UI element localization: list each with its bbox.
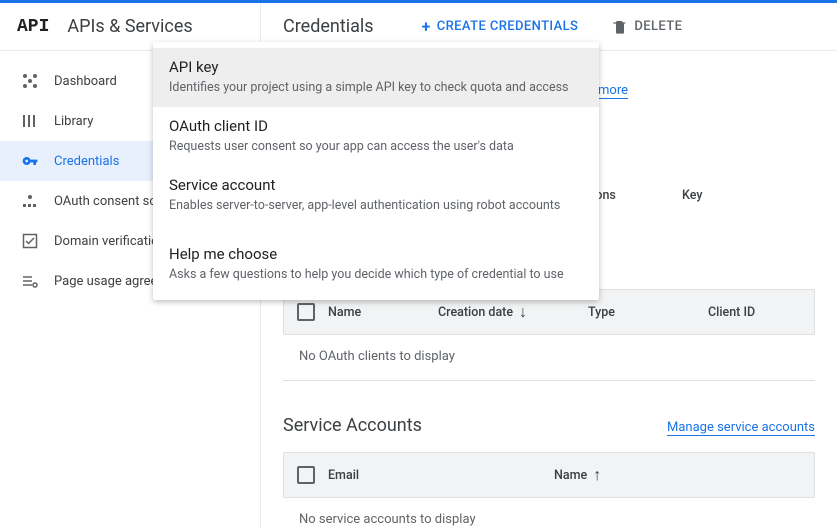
column-key: Key — [682, 188, 742, 203]
sort-desc-icon: ↓ — [519, 304, 527, 320]
check-box-icon — [22, 233, 54, 249]
menu-item-service-account[interactable]: Service account Enables server-to-server… — [153, 166, 599, 225]
sort-asc-icon: ↑ — [593, 467, 601, 483]
oauth-empty-message: No OAuth clients to display — [283, 335, 815, 381]
service-accounts-table: Email Name ↑ No service accounts to disp… — [283, 452, 815, 528]
select-all-checkbox[interactable] — [297, 303, 315, 321]
manage-service-accounts-link[interactable]: Manage service accounts — [667, 420, 815, 435]
dashboard-icon — [22, 73, 54, 89]
create-credentials-button[interactable]: + CREATE CREDENTIALS — [414, 11, 587, 42]
table-header: Email Name ↑ — [283, 452, 815, 498]
menu-item-title: Service account — [169, 176, 583, 194]
sidebar-item-label: Domain verification — [54, 234, 166, 249]
menu-item-desc: Requests user consent so your app can ac… — [169, 139, 583, 154]
sidebar-item-label: Library — [54, 114, 93, 129]
page-title: Credentials — [283, 16, 374, 37]
plus-icon: + — [422, 17, 431, 36]
column-client-id[interactable]: Client ID — [708, 305, 814, 320]
menu-item-title: OAuth client ID — [169, 117, 583, 135]
column-name[interactable]: Name ↑ — [554, 467, 814, 483]
service-accounts-title: Service Accounts — [283, 415, 422, 436]
key-icon — [22, 153, 54, 169]
column-creation-date-label: Creation date — [438, 305, 513, 320]
column-creation-date[interactable]: Creation date ↓ — [438, 304, 588, 320]
service-accounts-header: Service Accounts Manage service accounts — [283, 415, 815, 436]
page-usage-icon — [22, 273, 54, 289]
header-actions: + CREATE CREDENTIALS DELETE — [414, 11, 691, 42]
api-logo: API — [17, 17, 49, 37]
menu-item-help-me-choose[interactable]: Help me choose Asks a few questions to h… — [153, 235, 599, 294]
menu-item-title: Help me choose — [169, 245, 583, 263]
product-title: APIs & Services — [67, 16, 192, 37]
main-panel: Credentials + CREATE CREDENTIALS DELETE … — [261, 3, 837, 528]
select-all-cell — [284, 466, 328, 484]
select-all-checkbox[interactable] — [297, 466, 315, 484]
column-email[interactable]: Email — [328, 468, 554, 483]
create-credentials-menu: API key Identifies your project using a … — [153, 42, 599, 300]
menu-item-desc: Identifies your project using a simple A… — [169, 80, 583, 95]
oauth-clients-table: Name Creation date ↓ Type Client ID No O… — [283, 289, 815, 381]
learn-more-link[interactable]: more — [598, 83, 628, 98]
menu-item-oauth-client-id[interactable]: OAuth client ID Requests user consent so… — [153, 107, 599, 166]
create-credentials-label: CREATE CREDENTIALS — [437, 19, 579, 34]
service-accounts-empty-message: No service accounts to display — [283, 498, 815, 528]
menu-item-desc: Enables server-to-server, app-level auth… — [169, 198, 583, 213]
column-name-label: Name — [554, 468, 587, 483]
column-type[interactable]: Type — [588, 305, 708, 320]
menu-item-title: API key — [169, 58, 583, 76]
column-actions-fragment: tions — [588, 188, 668, 203]
library-icon — [22, 113, 54, 129]
delete-label: DELETE — [634, 19, 682, 34]
menu-item-api-key[interactable]: API key Identifies your project using a … — [153, 48, 599, 107]
delete-button[interactable]: DELETE — [604, 13, 690, 41]
trash-icon — [612, 19, 628, 35]
column-name[interactable]: Name — [328, 305, 438, 320]
sidebar-item-label: Dashboard — [54, 74, 117, 89]
consent-icon — [22, 193, 54, 209]
learn-more-fragment: more — [598, 83, 628, 98]
menu-item-desc: Asks a few questions to help you decide … — [169, 267, 583, 282]
select-all-cell — [284, 303, 328, 321]
sidebar-item-label: Credentials — [54, 154, 119, 169]
